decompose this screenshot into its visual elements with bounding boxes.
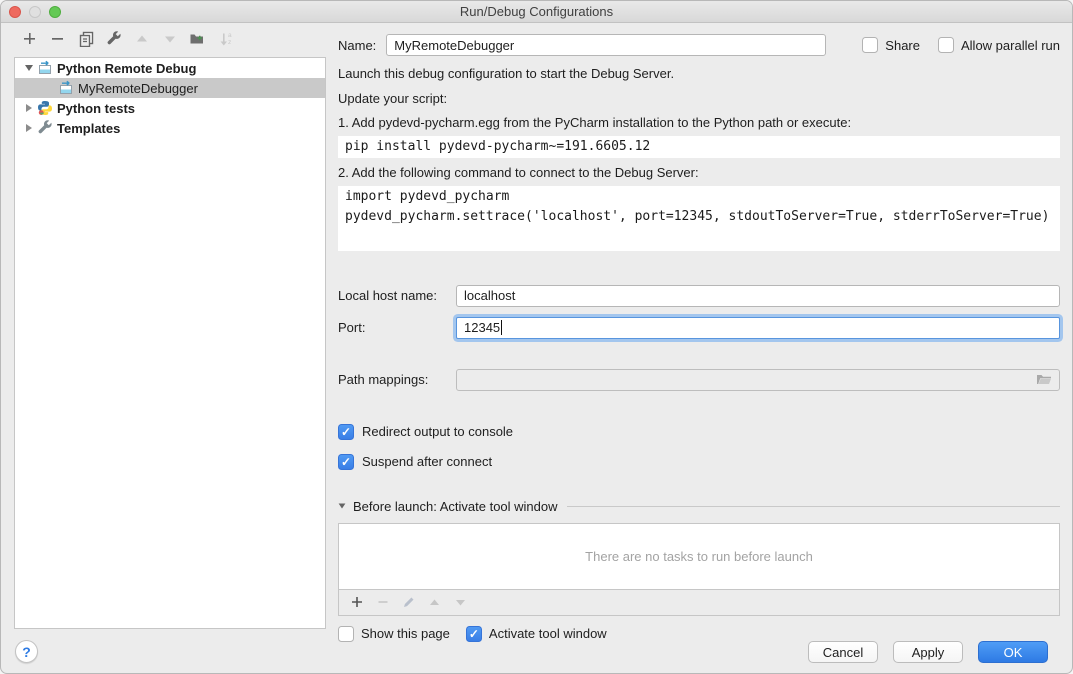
redirect-output-option: Redirect output to console bbox=[338, 424, 1060, 440]
remove-configuration-icon[interactable] bbox=[49, 30, 66, 47]
move-up-icon[interactable] bbox=[133, 30, 150, 47]
tree-item-label: Python tests bbox=[57, 101, 135, 116]
copy-configuration-icon[interactable] bbox=[77, 30, 94, 47]
add-task-icon[interactable] bbox=[348, 594, 365, 611]
window-title: Run/Debug Configurations bbox=[460, 4, 613, 19]
wrench-icon bbox=[37, 120, 53, 136]
before-launch-section-header[interactable]: Before launch: Activate tool window bbox=[338, 499, 1060, 514]
expand-collapse-icon[interactable] bbox=[22, 124, 35, 132]
allow-parallel-run-option: Allow parallel run bbox=[938, 37, 1060, 53]
apply-button[interactable]: Apply bbox=[893, 641, 963, 663]
port-input[interactable]: 12345 bbox=[456, 317, 1060, 339]
name-input[interactable]: MyRemoteDebugger bbox=[386, 34, 826, 56]
path-mappings-input[interactable] bbox=[456, 369, 1060, 391]
instruction-line: 1. Add pydevd-pycharm.egg from the PyCha… bbox=[338, 113, 1060, 133]
allow-parallel-run-label: Allow parallel run bbox=[961, 38, 1060, 53]
port-label: Port: bbox=[338, 320, 456, 335]
task-list-toolbar bbox=[339, 589, 1059, 615]
cancel-button[interactable]: Cancel bbox=[808, 641, 878, 663]
share-option: Share bbox=[862, 37, 920, 53]
remove-task-icon[interactable] bbox=[374, 594, 391, 611]
local-host-name-input[interactable]: localhost bbox=[456, 285, 1060, 307]
browse-folder-icon[interactable] bbox=[1036, 373, 1052, 386]
before-launch-title: Before launch: Activate tool window bbox=[353, 499, 558, 514]
window-controls bbox=[9, 1, 61, 23]
edit-task-pencil-icon[interactable] bbox=[400, 594, 417, 611]
suspend-after-connect-label: Suspend after connect bbox=[362, 454, 492, 469]
instruction-line: 2. Add the following command to connect … bbox=[338, 163, 1060, 183]
suspend-after-connect-checkbox[interactable] bbox=[338, 454, 354, 470]
tree-item-python-tests[interactable]: Python tests bbox=[15, 98, 325, 118]
tree-item-label: MyRemoteDebugger bbox=[78, 81, 198, 96]
move-task-down-icon[interactable] bbox=[452, 594, 469, 611]
dialog-footer: ? Cancel Apply OK bbox=[1, 629, 1072, 673]
share-checkbox[interactable] bbox=[862, 37, 878, 53]
instruction-line: Update your script: bbox=[338, 89, 1060, 109]
tree-item-label: Templates bbox=[57, 121, 120, 136]
tree-item-myremotedebugger[interactable]: MyRemoteDebugger bbox=[15, 78, 325, 98]
path-mappings-label: Path mappings: bbox=[338, 372, 456, 387]
tree-item-python-remote-debug[interactable]: Python Remote Debug bbox=[15, 58, 325, 78]
move-down-icon[interactable] bbox=[161, 30, 178, 47]
text-cursor bbox=[501, 320, 502, 335]
tree-item-templates[interactable]: Templates bbox=[15, 118, 325, 138]
empty-task-message: There are no tasks to run before launch bbox=[339, 524, 1059, 589]
configuration-editor: Name: MyRemoteDebugger Share Allow paral… bbox=[338, 31, 1060, 642]
collapse-section-icon[interactable] bbox=[339, 503, 346, 508]
ok-button[interactable]: OK bbox=[978, 641, 1048, 663]
help-button[interactable]: ? bbox=[15, 640, 38, 663]
name-label: Name: bbox=[338, 38, 376, 53]
help-question-icon: ? bbox=[22, 644, 31, 660]
move-task-up-icon[interactable] bbox=[426, 594, 443, 611]
instruction-line: Launch this debug configuration to start… bbox=[338, 64, 1060, 84]
add-configuration-icon[interactable] bbox=[21, 30, 38, 47]
zoom-window-button[interactable] bbox=[49, 6, 61, 18]
configurations-tree: Python Remote Debug MyRemoteDebugger bbox=[14, 57, 326, 629]
redirect-output-checkbox[interactable] bbox=[338, 424, 354, 440]
remote-debug-config-icon bbox=[37, 60, 53, 76]
svg-text:z: z bbox=[228, 39, 231, 46]
remote-debug-config-icon bbox=[58, 80, 74, 96]
expand-collapse-icon[interactable] bbox=[22, 65, 35, 71]
new-folder-icon[interactable] bbox=[189, 30, 206, 47]
settrace-code: import pydevd_pycharmpydevd_pycharm.sett… bbox=[338, 186, 1060, 251]
python-tests-icon bbox=[37, 100, 53, 116]
tree-item-label: Python Remote Debug bbox=[57, 61, 196, 76]
redirect-output-label: Redirect output to console bbox=[362, 424, 513, 439]
minimize-window-button[interactable] bbox=[29, 6, 41, 18]
local-host-name-label: Local host name: bbox=[338, 288, 456, 303]
title-bar: Run/Debug Configurations bbox=[1, 1, 1072, 23]
sort-alphabetically-icon[interactable]: a z bbox=[217, 30, 234, 47]
configurations-toolbar: a z bbox=[21, 30, 234, 47]
share-label: Share bbox=[885, 38, 920, 53]
before-launch-task-list: There are no tasks to run before launch bbox=[338, 523, 1060, 616]
pip-install-code: pip install pydevd-pycharm~=191.6605.12 bbox=[338, 136, 1060, 158]
run-debug-configurations-dialog: Run/Debug Configurations bbox=[0, 0, 1073, 674]
section-divider bbox=[567, 506, 1060, 507]
expand-collapse-icon[interactable] bbox=[22, 104, 35, 112]
allow-parallel-run-checkbox[interactable] bbox=[938, 37, 954, 53]
close-window-button[interactable] bbox=[9, 6, 21, 18]
suspend-after-connect-option: Suspend after connect bbox=[338, 454, 1060, 470]
svg-text:a: a bbox=[228, 32, 232, 39]
edit-defaults-wrench-icon[interactable] bbox=[105, 30, 122, 47]
